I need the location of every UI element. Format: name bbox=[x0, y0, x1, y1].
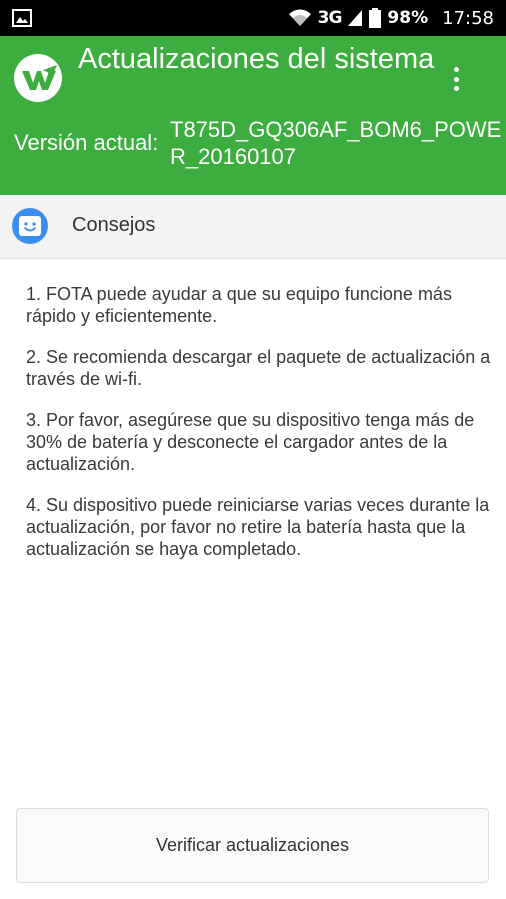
wifi-icon bbox=[288, 9, 311, 26]
gallery-icon bbox=[12, 9, 32, 27]
battery-icon bbox=[369, 8, 382, 28]
network-type: 3G bbox=[317, 8, 343, 28]
list-item: 1. FOTA puede ayudar a que su equipo fun… bbox=[26, 284, 452, 326]
battery-percent: 98% bbox=[387, 8, 429, 28]
screen: 3G 98% 17:58 Actualizaciones del sistema… bbox=[0, 0, 506, 899]
list-item: 2. Se recomienda descargar el paquete de… bbox=[26, 347, 491, 389]
tips-section-header: Consejos bbox=[0, 195, 506, 259]
version-value: T875D_GQ306AF_BOM6_POWER_20160107 bbox=[170, 117, 502, 169]
tips-list: 1. FOTA puede ayudar a que su equipo fun… bbox=[26, 283, 496, 579]
page-title: Actualizaciones del sistema bbox=[78, 43, 435, 75]
status-bar: 3G 98% 17:58 bbox=[0, 0, 506, 36]
version-label: Versión actual: bbox=[14, 130, 159, 155]
tips-title: Consejos bbox=[72, 214, 156, 236]
menu-dot bbox=[453, 86, 459, 91]
signal-icon bbox=[348, 10, 363, 26]
update-logo-icon bbox=[14, 54, 62, 102]
overflow-menu-icon[interactable] bbox=[444, 64, 468, 94]
status-indicators: 3G 98% 17:58 bbox=[288, 0, 494, 36]
check-updates-button[interactable]: Verificar actualizaciones bbox=[16, 808, 489, 883]
menu-dot bbox=[453, 67, 459, 72]
app-header: Actualizaciones del sistema Versión actu… bbox=[0, 36, 506, 195]
clock: 17:58 bbox=[442, 7, 494, 29]
list-item: 4. Su dispositivo puede reiniciarse vari… bbox=[26, 495, 490, 559]
menu-dot bbox=[453, 76, 459, 82]
smiley-face-icon bbox=[12, 208, 48, 244]
list-item: 3. Por favor, asegúrese que su dispositi… bbox=[26, 410, 475, 474]
